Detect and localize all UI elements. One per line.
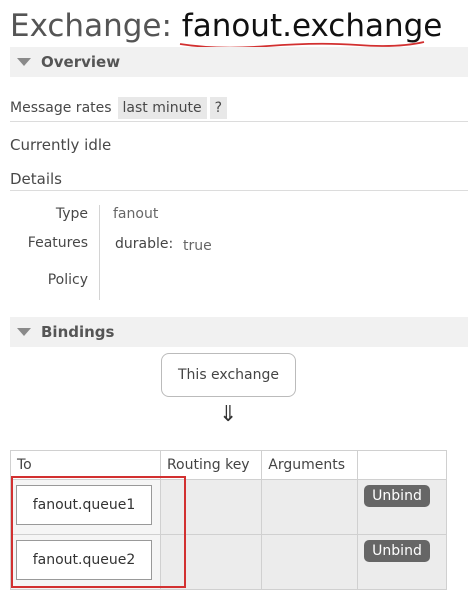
action-cell: Unbind [357,479,447,535]
table-row: fanout.queue2 Unbind [10,534,447,590]
policy-label: Policy [47,272,88,288]
triangle-down-icon [17,328,31,336]
overview-section-header[interactable]: Overview [10,47,468,77]
features-label: Features [27,235,88,251]
triangle-down-icon [17,58,31,66]
queue-link[interactable]: fanout.queue2 [16,540,152,580]
arguments-cell [261,534,359,590]
this-exchange-box: This exchange [161,353,296,397]
kv-divider [99,205,100,300]
divider [10,121,468,122]
bindings-header-label: Bindings [41,323,115,341]
page-title-prefix: Exchange: [10,8,182,44]
bindings-section-header[interactable]: Bindings [10,317,468,347]
divider [10,190,468,191]
binding-destination-cell: fanout.queue2 [10,534,161,590]
arguments-cell [261,479,359,535]
type-value: fanout [113,206,159,222]
queue-link[interactable]: fanout.queue1 [16,485,152,525]
column-header-to: To [10,450,161,480]
table-row: fanout.queue1 Unbind [10,479,447,535]
table-header-row: To Routing key Arguments [10,450,447,480]
idle-status: Currently idle [10,136,112,154]
bindings-table: To Routing key Arguments fanout.queue1 U… [10,450,447,590]
column-header-arguments: Arguments [261,450,359,480]
durable-value: true [183,238,212,254]
unbind-button[interactable]: Unbind [364,485,430,507]
type-label: Type [55,206,88,222]
binding-destination-cell: fanout.queue1 [10,479,161,535]
message-rates-row: Message rates last minute ? [10,96,230,120]
column-header-routing-key: Routing key [159,450,263,480]
message-rates-label: Message rates [10,100,112,116]
unbind-button[interactable]: Unbind [364,540,430,562]
double-down-arrow-icon: ⇓ [219,402,238,427]
help-button[interactable]: ? [209,97,228,119]
column-header-actions [357,450,447,480]
rate-window-selector[interactable]: last minute [117,97,207,119]
action-cell: Unbind [357,534,447,590]
routing-key-cell [159,479,263,535]
durable-key: durable: [115,236,174,252]
overview-header-label: Overview [41,53,121,71]
details-label: Details [10,170,63,188]
routing-key-cell [159,534,263,590]
